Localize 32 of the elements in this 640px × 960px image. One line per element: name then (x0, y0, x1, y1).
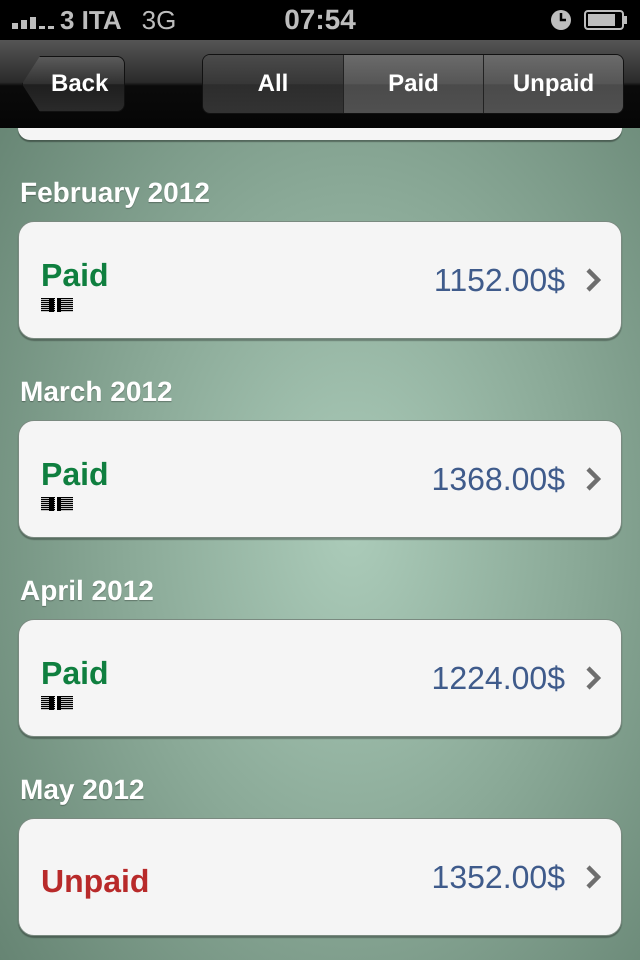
payment-amount: 1352.00$ (432, 858, 565, 896)
filter-tab[interactable]: Unpaid (483, 55, 623, 113)
back-button[interactable]: Back (22, 56, 126, 112)
network-type: 3G (142, 4, 176, 36)
payment-row[interactable]: Paid 1152.00$ (18, 221, 622, 339)
cash-icon (41, 298, 73, 312)
chevron-icon (585, 267, 601, 293)
payment-row[interactable]: Paid 1224.00$ (18, 619, 622, 737)
payment-amount: 1224.00$ (432, 660, 565, 696)
payment-amount: 1152.00$ (434, 262, 565, 298)
battery-icon (584, 9, 628, 31)
filter-tab[interactable]: All (203, 55, 343, 113)
chevron-icon (585, 466, 601, 492)
section-title: April 2012 (20, 575, 155, 607)
payment-amount: 1368.00$ (432, 460, 565, 498)
section-title: February 2012 (20, 177, 211, 209)
section-title: March 2012 (20, 376, 174, 408)
carrier-name: 3 ITA (60, 4, 122, 36)
payment-status: Unpaid (41, 862, 150, 900)
payment-status: Paid (41, 256, 109, 294)
payment-row[interactable]: Unpaid 1352.00$ (18, 818, 622, 936)
filter-tab[interactable]: Paid (343, 55, 483, 113)
section-title: May 2012 (20, 774, 146, 806)
cash-icon (41, 696, 73, 710)
cash-icon (41, 496, 73, 510)
chevron-icon (585, 665, 601, 691)
clock-time: 07:54 (284, 4, 356, 35)
payment-status: Paid (41, 654, 109, 692)
chevron-icon (585, 864, 601, 890)
payment-status: Paid (41, 456, 109, 492)
payment-row[interactable]: Paid 1368.00$ (18, 420, 622, 538)
clock-icon (550, 9, 572, 31)
